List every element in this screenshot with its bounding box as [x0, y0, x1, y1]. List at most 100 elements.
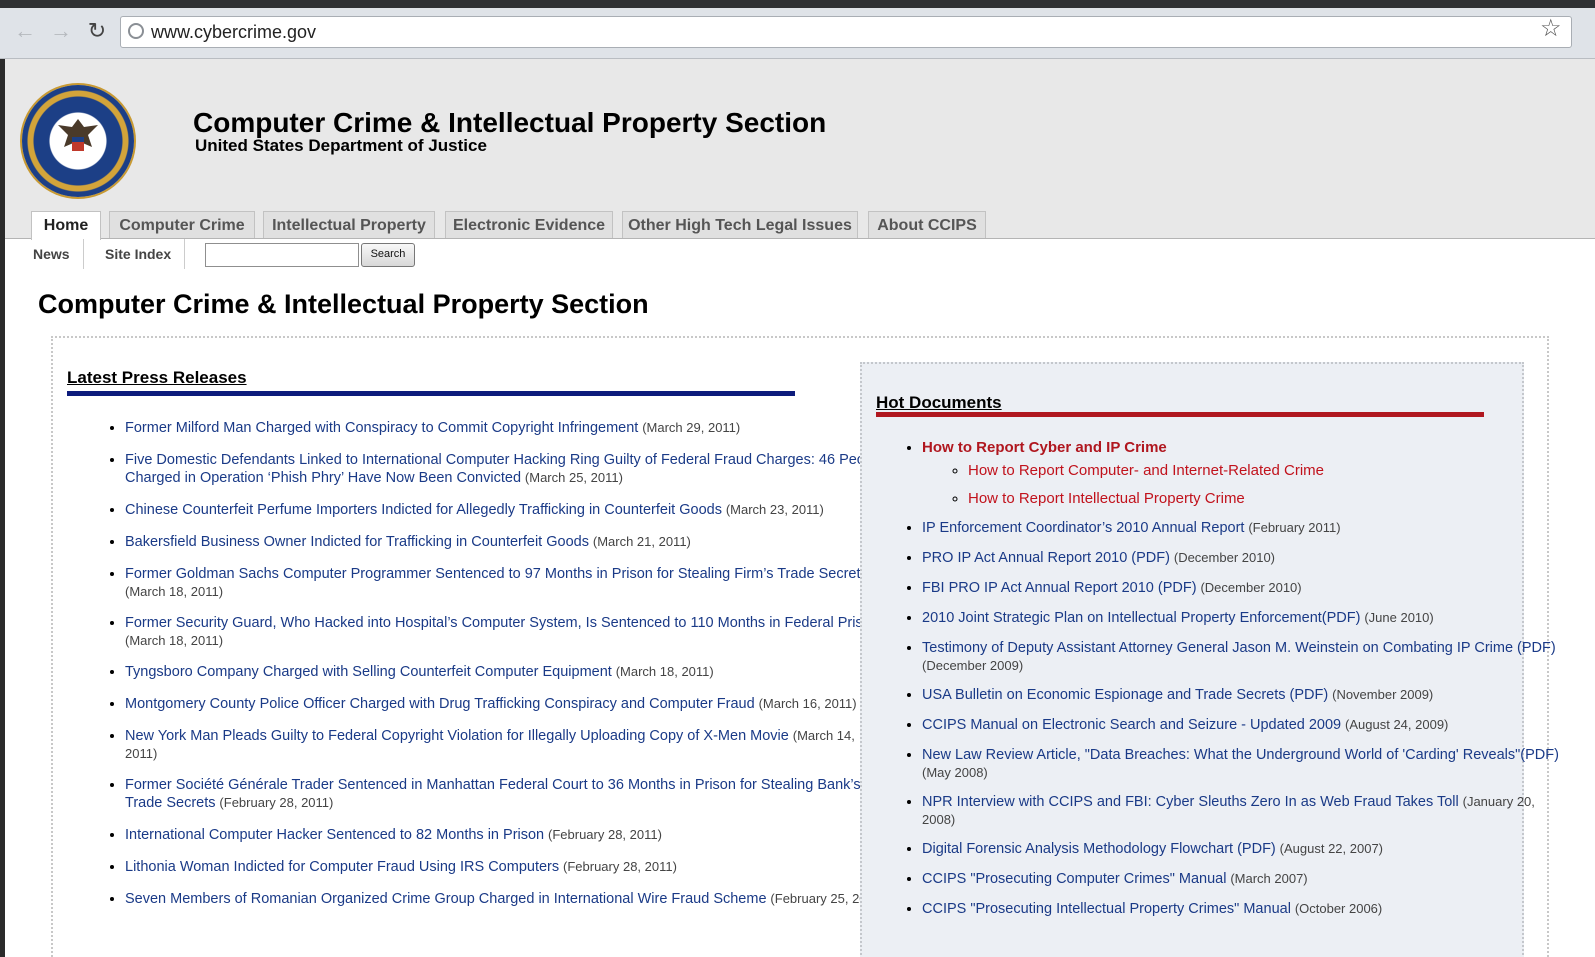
search-button[interactable]: Search [361, 243, 415, 267]
item-date: (August 24, 2009) [1345, 717, 1449, 732]
item-date: (February 28, 2011) [548, 827, 662, 842]
item-date: (December 2010) [1200, 580, 1302, 595]
document-link[interactable]: CCIPS "Prosecuting Intellectual Property… [922, 901, 1291, 917]
site-header: Computer Crime & Intellectual Property S… [5, 59, 1595, 240]
list-item: Former Société Générale Trader Sentenced… [125, 776, 885, 812]
document-link[interactable]: Seven Members of Romanian Organized Crim… [125, 891, 767, 907]
item-date: (March 23, 2011) [725, 502, 824, 517]
list-item: 2010 Joint Strategic Plan on Intellectua… [922, 609, 1562, 627]
document-link[interactable]: Tyngsboro Company Charged with Selling C… [125, 664, 612, 680]
item-date: (October 2006) [1294, 901, 1383, 916]
back-arrow-icon[interactable]: ← [12, 18, 38, 44]
item-date: (February 2011) [1248, 520, 1341, 535]
list-item: CCIPS "Prosecuting Intellectual Property… [922, 900, 1562, 918]
document-link[interactable]: Former Security Guard, Who Hacked into H… [125, 615, 879, 631]
document-link[interactable]: Former Goldman Sachs Computer Programmer… [125, 566, 868, 582]
report-sub-list: How to Report Computer- and Internet-Rel… [922, 462, 1562, 507]
document-link[interactable]: Montgomery County Police Officer Charged… [125, 696, 755, 712]
tab-intellectual-property[interactable]: Intellectual Property [263, 211, 435, 238]
list-item: CCIPS Manual on Electronic Search and Se… [922, 716, 1562, 734]
press-releases-section: Latest Press Releases Former Milford Man… [67, 368, 884, 907]
item-date: (February 28, 2011) [219, 795, 334, 810]
tab-computer-crime[interactable]: Computer Crime [109, 211, 255, 238]
hot-heading-rule [876, 412, 1484, 417]
item-date: (March 2007) [1230, 871, 1308, 886]
list-item: New York Man Pleads Guilty to Federal Co… [125, 727, 885, 762]
document-link[interactable]: CCIPS Manual on Electronic Search and Se… [922, 717, 1341, 733]
url-text[interactable]: www.cybercrime.gov [151, 22, 316, 43]
list-item: Seven Members of Romanian Organized Crim… [125, 890, 885, 908]
list-item: Lithonia Woman Indicted for Computer Fra… [125, 858, 885, 876]
hot-documents-list: How to Report Cyber and IP Crime How to … [876, 439, 1562, 930]
tab-other-high-tech[interactable]: Other High Tech Legal Issues [622, 211, 858, 238]
document-link[interactable]: 2010 Joint Strategic Plan on Intellectua… [922, 610, 1360, 626]
press-releases-list: Former Milford Man Charged with Conspira… [67, 419, 885, 922]
list-item: FBI PRO IP Act Annual Report 2010 (PDF) … [922, 579, 1562, 597]
document-link[interactable]: International Computer Hacker Sentenced … [125, 827, 544, 843]
list-item: CCIPS "Prosecuting Computer Crimes" Manu… [922, 870, 1562, 888]
bookmark-star-icon[interactable]: ☆ [1540, 14, 1562, 43]
news-link[interactable]: News [20, 239, 84, 269]
tab-electronic-evidence[interactable]: Electronic Evidence [445, 211, 613, 238]
report-computer-crime-link[interactable]: How to Report Computer- and Internet-Rel… [968, 462, 1324, 479]
report-ip-crime-link[interactable]: How to Report Intellectual Property Crim… [968, 490, 1245, 507]
hot-documents-section: Hot Documents How to Report Cyber and IP… [860, 362, 1559, 957]
item-date: (May 2008) [922, 765, 988, 780]
content-area: Latest Press Releases Former Milford Man… [51, 336, 1559, 957]
list-item: International Computer Hacker Sentenced … [125, 826, 885, 844]
document-link[interactable]: Chinese Counterfeit Perfume Importers In… [125, 502, 722, 518]
document-link[interactable]: Lithonia Woman Indicted for Computer Fra… [125, 859, 559, 875]
list-item: Montgomery County Police Officer Charged… [125, 695, 885, 713]
document-link[interactable]: Former Milford Man Charged with Conspira… [125, 420, 638, 436]
list-item: Former Security Guard, Who Hacked into H… [125, 614, 885, 649]
item-date: (March 18, 2011) [125, 633, 224, 648]
list-item: How to Report Cyber and IP Crime How to … [922, 439, 1562, 507]
browser-titlebar [0, 0, 1595, 8]
press-releases-heading: Latest Press Releases [67, 368, 247, 387]
document-link[interactable]: USA Bulletin on Economic Espionage and T… [922, 687, 1328, 703]
item-date: (November 2009) [1332, 687, 1434, 702]
web-page: Computer Crime & Intellectual Property S… [5, 59, 1595, 957]
reload-icon[interactable]: ↻ [84, 18, 110, 44]
forward-arrow-icon[interactable]: → [48, 18, 74, 44]
tab-home[interactable]: Home [31, 211, 101, 240]
document-link[interactable]: New York Man Pleads Guilty to Federal Co… [125, 728, 789, 744]
list-item: Bakersfield Business Owner Indicted for … [125, 533, 885, 551]
search-input[interactable] [205, 243, 359, 267]
document-link[interactable]: Bakersfield Business Owner Indicted for … [125, 534, 589, 550]
press-heading-rule [67, 391, 795, 396]
list-item: How to Report Computer- and Internet-Rel… [968, 462, 1562, 479]
site-title: Computer Crime & Intellectual Property S… [193, 107, 827, 138]
document-link[interactable]: NPR Interview with CCIPS and FBI: Cyber … [922, 794, 1459, 810]
item-date: (March 18, 2011) [125, 584, 224, 599]
main-nav-tabs: Home Computer Crime Intellectual Propert… [5, 211, 1595, 240]
list-item: IP Enforcement Coordinator’s 2010 Annual… [922, 519, 1562, 537]
item-date: (March 29, 2011) [642, 420, 741, 435]
document-link[interactable]: PRO IP Act Annual Report 2010 (PDF) [922, 550, 1170, 566]
list-item: USA Bulletin on Economic Espionage and T… [922, 686, 1562, 704]
list-item: How to Report Intellectual Property Crim… [968, 490, 1562, 507]
item-date: (March 16, 2011) [758, 696, 857, 711]
document-link[interactable]: CCIPS "Prosecuting Computer Crimes" Manu… [922, 871, 1226, 887]
report-crime-link[interactable]: How to Report Cyber and IP Crime [922, 439, 1167, 456]
list-item: NPR Interview with CCIPS and FBI: Cyber … [922, 793, 1562, 828]
item-date: (March 25, 2011) [524, 470, 623, 485]
list-item: PRO IP Act Annual Report 2010 (PDF) (Dec… [922, 549, 1562, 567]
tab-about-ccips[interactable]: About CCIPS [868, 211, 986, 238]
doj-seal-logo[interactable] [22, 85, 134, 197]
document-link[interactable]: FBI PRO IP Act Annual Report 2010 (PDF) [922, 580, 1197, 596]
document-link[interactable]: IP Enforcement Coordinator’s 2010 Annual… [922, 520, 1244, 536]
address-bar[interactable]: www.cybercrime.gov [120, 16, 1572, 48]
document-link[interactable]: Digital Forensic Analysis Methodology Fl… [922, 841, 1276, 857]
list-item: Digital Forensic Analysis Methodology Fl… [922, 840, 1562, 858]
list-item: Former Milford Man Charged with Conspira… [125, 419, 885, 437]
item-date: (December 2010) [1173, 550, 1276, 565]
site-index-link[interactable]: Site Index [92, 239, 186, 269]
browser-toolbar: ← → ↻ www.cybercrime.gov ☆ [0, 0, 1595, 59]
document-link[interactable]: Testimony of Deputy Assistant Attorney G… [922, 640, 1556, 656]
page-title: Computer Crime & Intellectual Property S… [38, 289, 649, 319]
list-item: Testimony of Deputy Assistant Attorney G… [922, 639, 1562, 674]
item-date: (March 21, 2011) [592, 534, 691, 549]
document-link[interactable]: New Law Review Article, "Data Breaches: … [922, 747, 1559, 763]
document-link[interactable]: Five Domestic Defendants Linked to Inter… [125, 452, 884, 486]
